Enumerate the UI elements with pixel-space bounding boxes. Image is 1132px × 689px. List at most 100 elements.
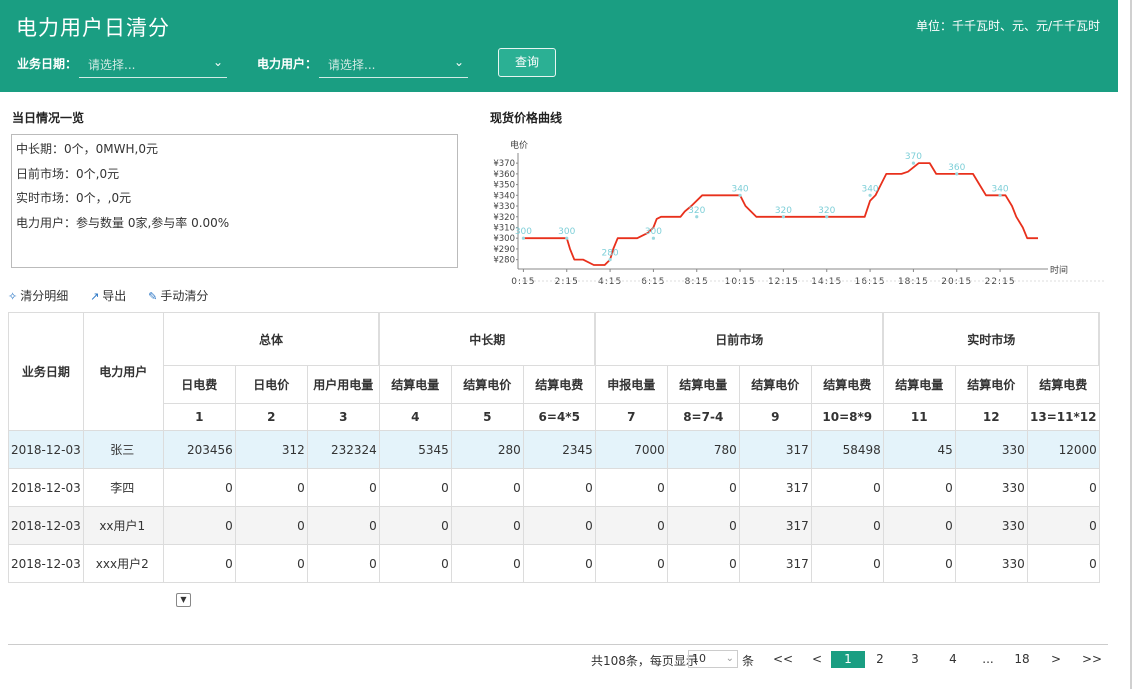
- page-button-1[interactable]: 1: [831, 651, 865, 668]
- col-header-11[interactable]: 结算电量: [882, 365, 956, 404]
- col-formula-9: 9: [738, 403, 812, 431]
- col-formula-4: 4: [378, 403, 452, 431]
- cell-user: 李四: [82, 468, 164, 507]
- summary-line-mid-long: 中长期：0个，0MWH,0元: [16, 142, 158, 156]
- col-header-10[interactable]: 结算电费: [810, 365, 884, 404]
- price-data-label: 320: [688, 206, 705, 216]
- page-size-select[interactable]: 10 ⌄: [688, 650, 738, 668]
- y-tick-label: ¥370: [493, 159, 515, 169]
- summary-box: 中长期：0个，0MWH,0元 日前市场：0个,0元 实时市场：0个，,0元 电力…: [11, 134, 458, 268]
- col-header-13[interactable]: 结算电费: [1026, 365, 1100, 404]
- price-data-label: 300: [515, 227, 532, 237]
- col-header-date[interactable]: 业务日期: [8, 312, 84, 431]
- x-tick-label: 18:15: [898, 277, 929, 287]
- cell-value: 330: [954, 468, 1028, 507]
- date-select-placeholder: 请选择...: [88, 58, 136, 72]
- cell-date: 2018-12-03: [8, 506, 84, 545]
- cell-value: 0: [378, 468, 452, 507]
- user-select[interactable]: 请选择... ⌄: [319, 50, 468, 78]
- detail-button[interactable]: ✧ 清分明细: [8, 287, 68, 304]
- col-header-1[interactable]: 日电费: [162, 365, 236, 404]
- price-data-label: 340: [731, 184, 748, 194]
- cell-value: 5345: [378, 430, 452, 469]
- cell-value: 203456: [162, 430, 236, 469]
- table-row[interactable]: 2018-12-03 xxx用户2 0 0 0 0 0 0 0 0 317 0 0 330 0: [8, 544, 1100, 583]
- y-tick-label: ¥340: [493, 191, 515, 201]
- cell-value: 0: [594, 468, 668, 507]
- summary-title: 当日情况一览: [12, 111, 85, 125]
- chevron-down-icon: ⌄: [725, 653, 734, 664]
- cell-value: 2345: [522, 430, 596, 469]
- cell-value: 317: [738, 430, 812, 469]
- y-tick-label: ¥280: [493, 256, 515, 266]
- cell-user: xx用户1: [82, 506, 164, 545]
- cell-value: 330: [954, 506, 1028, 545]
- col-formula-1: 1: [162, 403, 236, 431]
- col-header-5[interactable]: 结算电价: [450, 365, 524, 404]
- export-button[interactable]: ↗ 导出: [90, 287, 126, 304]
- page-button-4[interactable]: 4: [943, 651, 963, 668]
- cell-value: 317: [738, 506, 812, 545]
- cell-value: 0: [666, 506, 740, 545]
- summary-line-users: 电力用户：参与数量 0家,参与率 0.00%: [16, 215, 230, 230]
- cell-value: 0: [594, 506, 668, 545]
- cell-value: 780: [666, 430, 740, 469]
- page-button-3[interactable]: 3: [905, 651, 925, 668]
- x-tick-label: 20:15: [941, 277, 972, 287]
- clearing-table: 业务日期 电力用户 总体 中长期 日前市场 实时市场 日电费 日电价 用户用电量 结算…: [8, 312, 1101, 583]
- cell-value: 0: [882, 468, 956, 507]
- cell-date: 2018-12-03: [8, 468, 84, 507]
- col-header-9[interactable]: 结算电价: [738, 365, 812, 404]
- cell-date: 2018-12-03: [8, 430, 84, 469]
- x-tick-label: 2:15: [555, 277, 579, 287]
- cell-user: xxx用户2: [82, 544, 164, 583]
- col-header-user[interactable]: 电力用户: [82, 312, 164, 431]
- table-row[interactable]: 2018-12-03 李四 0 0 0 0 0 0 0 0 317 0 0 330 0: [8, 468, 1100, 507]
- manual-label: 手动清分: [160, 289, 209, 303]
- date-select[interactable]: 请选择... ⌄: [79, 50, 227, 78]
- col-formula-3: 3: [306, 403, 380, 431]
- col-formula-13: 13=11*12: [1026, 403, 1100, 431]
- col-header-3[interactable]: 用户用电量: [306, 365, 380, 404]
- pager-unit: 条: [742, 654, 755, 668]
- cell-value: 0: [522, 544, 596, 583]
- manual-clear-button[interactable]: ✎ 手动清分: [148, 287, 208, 304]
- table-row[interactable]: 2018-12-03 xx用户1 0 0 0 0 0 0 0 0 317 0 0 330 0: [8, 506, 1100, 545]
- unit-note: 单位：千千瓦时、元、元/千千瓦时: [915, 19, 1100, 33]
- header-bar: 电力用户日清分 单位：千千瓦时、元、元/千千瓦时 业务日期： 请选择... ⌄ …: [0, 0, 1118, 92]
- first-page-button[interactable]: <<: [771, 651, 795, 668]
- col-header-2[interactable]: 日电价: [234, 365, 308, 404]
- x-tick-label: 22:15: [985, 277, 1016, 287]
- cell-value: 0: [666, 468, 740, 507]
- price-data-label: 340: [861, 184, 878, 194]
- prev-page-button[interactable]: <: [806, 651, 828, 668]
- price-data-label: 300: [558, 227, 575, 237]
- col-header-4[interactable]: 结算电量: [378, 365, 452, 404]
- y-tick-label: ¥310: [493, 223, 515, 233]
- last-page-button[interactable]: >>: [1080, 651, 1104, 668]
- col-header-8[interactable]: 结算电量: [666, 365, 740, 404]
- cell-value: 0: [522, 506, 596, 545]
- cell-value: 317: [738, 544, 812, 583]
- query-button[interactable]: 查询: [498, 48, 556, 77]
- cell-value: 0: [162, 544, 236, 583]
- cell-date: 2018-12-03: [8, 544, 84, 583]
- page-button-2[interactable]: 2: [870, 651, 890, 668]
- col-header-12[interactable]: 结算电价: [954, 365, 1028, 404]
- col-header-7[interactable]: 申报电量: [594, 365, 668, 404]
- x-tick-label: 8:15: [685, 277, 709, 287]
- user-select-placeholder: 请选择...: [328, 58, 376, 72]
- x-tick-label: 0:15: [511, 277, 535, 287]
- table-row[interactable]: 2018-12-03 张三 203456 312 232324 5345 280 2345 70…: [8, 430, 1100, 469]
- group-header-total: 总体: [162, 312, 381, 366]
- col-header-6[interactable]: 结算电费: [522, 365, 596, 404]
- next-page-button[interactable]: >: [1045, 651, 1067, 668]
- x-tick-label: 6:15: [641, 277, 665, 287]
- cell-value: 232324: [306, 430, 380, 469]
- col-formula-5: 5: [450, 403, 524, 431]
- expand-toggle-icon[interactable]: ▼: [176, 593, 191, 607]
- cell-value: 0: [450, 506, 524, 545]
- page-title: 电力用户日清分: [16, 16, 170, 40]
- page-button-18[interactable]: 18: [1011, 651, 1033, 668]
- cell-value: 0: [234, 506, 308, 545]
